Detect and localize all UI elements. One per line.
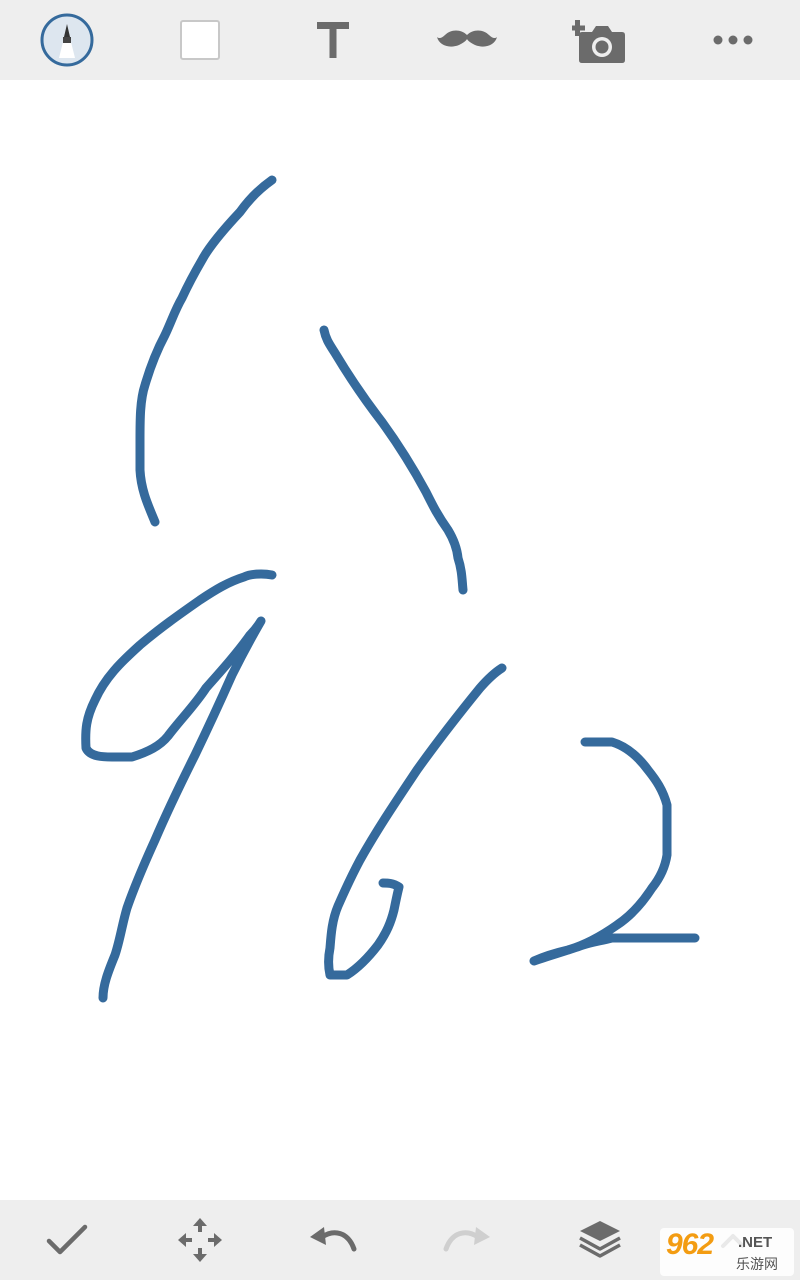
text-tool[interactable] [288, 0, 378, 80]
move-button[interactable] [155, 1200, 245, 1280]
layers-button[interactable] [555, 1200, 645, 1280]
watermark-logo: 962 .NET 乐游网 [660, 1228, 794, 1276]
blank-square-icon [179, 20, 220, 60]
watermark-logo-number: 962 [666, 1228, 714, 1261]
watermark-domain: .NET [738, 1234, 773, 1251]
brush-tool[interactable] [22, 0, 112, 80]
stroke-digit-9 [81, 569, 277, 1003]
mustache-icon [436, 30, 497, 47]
more-tool[interactable] [688, 0, 778, 80]
mustache-tool[interactable] [422, 0, 512, 80]
add-photo-tool[interactable] [555, 0, 645, 80]
add-photo-icon [571, 20, 625, 63]
stroke-left-arc [135, 175, 277, 527]
move-arrows-icon [177, 1218, 222, 1262]
stroke-digit-2 [529, 737, 700, 966]
undo-icon [310, 1227, 357, 1252]
watermark-site-name: 乐游网 [736, 1257, 778, 1273]
layers-icon [579, 1221, 621, 1258]
redo-button[interactable] [422, 1200, 512, 1280]
stroke-right-slash [319, 325, 468, 595]
stroke-digit-6 [324, 663, 507, 980]
done-button[interactable] [22, 1200, 112, 1280]
brush-icon [40, 13, 94, 67]
top-toolbar [0, 0, 800, 80]
redo-icon [443, 1227, 490, 1252]
canvas-drawing [81, 175, 700, 1003]
check-icon [46, 1224, 87, 1255]
paint-app: 962 .NET 乐游网 [0, 0, 800, 1280]
more-dots-icon [713, 35, 753, 45]
sticker-tool[interactable] [155, 0, 245, 80]
undo-button[interactable] [288, 1200, 378, 1280]
text-icon [317, 22, 350, 58]
drawing-canvas[interactable] [0, 80, 800, 1200]
